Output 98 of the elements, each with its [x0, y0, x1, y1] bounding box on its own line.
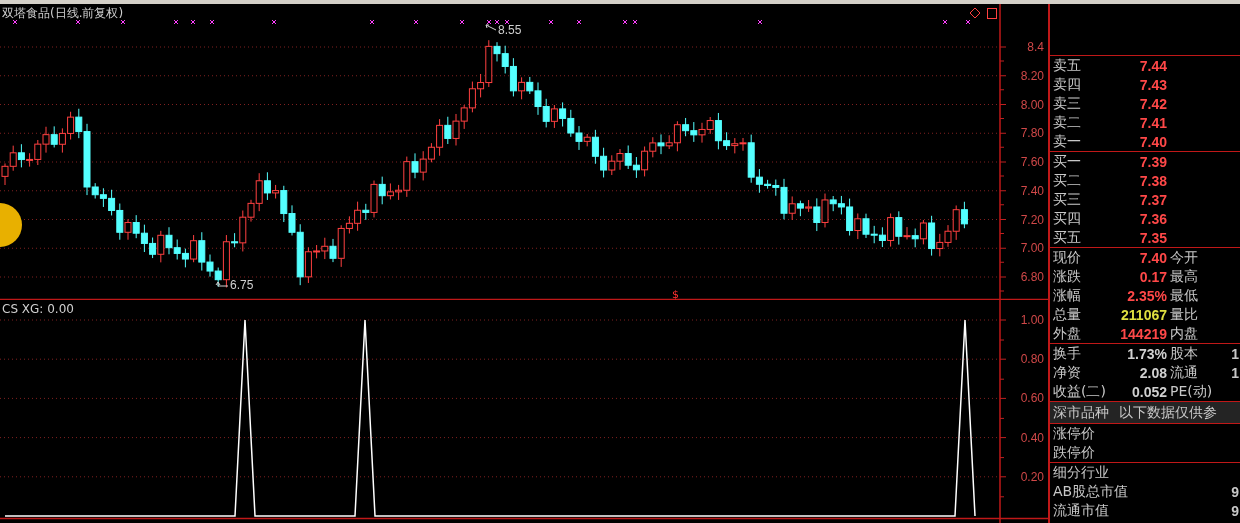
- cross-marker-icon: [120, 19, 126, 25]
- quote-label: 内盘: [1169, 324, 1199, 343]
- cross-marker-icon: [173, 19, 179, 25]
- quote-label: 量比: [1169, 305, 1199, 324]
- axis-label: 0.60: [1020, 391, 1044, 406]
- axis-label: 7.60: [1020, 155, 1044, 169]
- quote-value: 211067: [1120, 306, 1167, 323]
- quote-value: 7.43: [1138, 76, 1167, 93]
- axis-label: 6.80: [1020, 270, 1044, 284]
- quote-value: 7.44: [1138, 57, 1167, 74]
- quote-value: 7.35: [1138, 229, 1167, 246]
- quote-value: 1: [1230, 364, 1239, 381]
- quote-label: AB股总市值: [1053, 482, 1130, 501]
- axis-label: 7.00: [1020, 241, 1044, 256]
- quote-label: 股本: [1169, 344, 1199, 363]
- quote-label: 流通市值: [1053, 501, 1110, 520]
- signal-mark: $: [672, 288, 679, 300]
- quote-label: 涨跌: [1053, 267, 1082, 286]
- quote-label: 现价: [1053, 248, 1082, 267]
- cross-marker-icon: [209, 19, 215, 25]
- quote-label: 外盘: [1053, 324, 1082, 343]
- cross-marker-icon: [632, 19, 638, 25]
- cross-marker-icon: [494, 19, 500, 25]
- axis-label: 1.00: [1020, 313, 1044, 327]
- quote-label: 买三: [1053, 190, 1082, 209]
- quote-label: PE(动): [1169, 382, 1214, 401]
- quote-label: 卖一: [1053, 132, 1082, 151]
- quote-value: 2.35%: [1126, 287, 1167, 304]
- market-label: 深市品种: [1053, 403, 1109, 422]
- cross-marker-icon: [369, 19, 375, 25]
- cross-marker-icon: [75, 19, 81, 25]
- quote-label: 细分行业: [1053, 463, 1110, 482]
- cross-marker-icon: [504, 19, 510, 25]
- quote-label: 今开: [1169, 248, 1199, 267]
- quote-label: 卖五: [1053, 56, 1082, 75]
- quote-label: 卖二: [1053, 113, 1082, 132]
- quote-value: 7.41: [1138, 114, 1167, 131]
- quote-label: 卖三: [1053, 94, 1082, 113]
- axis-label: 8.00: [1020, 97, 1044, 112]
- quote-value: 2.08: [1138, 364, 1167, 381]
- quote-label: 涨停价: [1053, 424, 1096, 443]
- axis-label: 7.20: [1020, 212, 1044, 227]
- quote-label: 总量: [1053, 305, 1082, 324]
- cross-marker-icon: [965, 19, 971, 25]
- leader-line: [485, 24, 497, 31]
- axis-label: 8.20: [1020, 68, 1044, 83]
- quote-value: 7.38: [1138, 172, 1167, 189]
- cross-marker-icon: [190, 19, 196, 25]
- quote-value: 9: [1230, 502, 1239, 519]
- quote-value: 7.37: [1138, 191, 1167, 208]
- quote-label: 买一: [1053, 152, 1082, 171]
- quote-value: 9: [1230, 483, 1239, 500]
- quote-label: 净资: [1053, 363, 1082, 382]
- quote-label: 涨幅: [1053, 286, 1082, 305]
- quote-label: 买二: [1053, 171, 1082, 190]
- price-label: 8.55: [498, 23, 522, 37]
- indicator-legend: CS XG: 0.00: [2, 302, 74, 316]
- axis-label: 8.4: [1027, 40, 1044, 54]
- quote-value: 144219: [1119, 325, 1167, 342]
- quote-label: 买五: [1053, 228, 1082, 247]
- quote-value: 7.40: [1138, 249, 1167, 266]
- quote-value: 0.17: [1138, 268, 1167, 285]
- diamond-icon[interactable]: [969, 7, 981, 19]
- square-icon[interactable]: [987, 8, 997, 19]
- axis-label: 0.20: [1020, 469, 1044, 484]
- axis-label: 0.80: [1020, 352, 1044, 367]
- disclaimer-text: 以下数据仅供参: [1119, 403, 1217, 422]
- quote-value: 0.052: [1130, 383, 1167, 400]
- quote-value: 1.73%: [1126, 345, 1167, 362]
- cross-marker-icon: [486, 19, 492, 25]
- cross-marker-icon: [271, 19, 277, 25]
- cross-marker-icon: [622, 19, 628, 25]
- quote-label: 换手: [1053, 344, 1082, 363]
- leader-line: [215, 281, 229, 287]
- axis-label: 7.80: [1020, 126, 1044, 141]
- quote-label: 流通: [1169, 363, 1199, 382]
- quote-value: 7.39: [1138, 153, 1167, 170]
- axis-label: 0.40: [1020, 430, 1044, 445]
- quote-label: 最高: [1169, 267, 1199, 286]
- cross-marker-icon: [757, 19, 763, 25]
- chart-title: 双塔食品(日线.前复权): [2, 6, 124, 20]
- quote-value: 7.40: [1138, 133, 1167, 150]
- cross-marker-icon: [459, 19, 465, 25]
- quote-value: 7.42: [1138, 95, 1167, 112]
- cross-marker-icon: [942, 19, 948, 25]
- cross-marker-icon: [413, 19, 419, 25]
- quote-label: 最低: [1169, 286, 1199, 305]
- quote-label: 跌停价: [1053, 443, 1096, 462]
- quote-value: 7.36: [1138, 210, 1167, 227]
- cross-marker-icon: [548, 19, 554, 25]
- quote-label: 卖四: [1053, 75, 1082, 94]
- price-label: 6.75: [230, 278, 254, 292]
- quote-label: 买四: [1053, 209, 1082, 228]
- quote-label: 收益(二): [1053, 382, 1107, 401]
- axis-label: 7.40: [1020, 183, 1044, 198]
- quote-value: 1: [1230, 345, 1239, 362]
- cross-marker-icon: [576, 19, 582, 25]
- cross-marker-icon: [12, 19, 18, 25]
